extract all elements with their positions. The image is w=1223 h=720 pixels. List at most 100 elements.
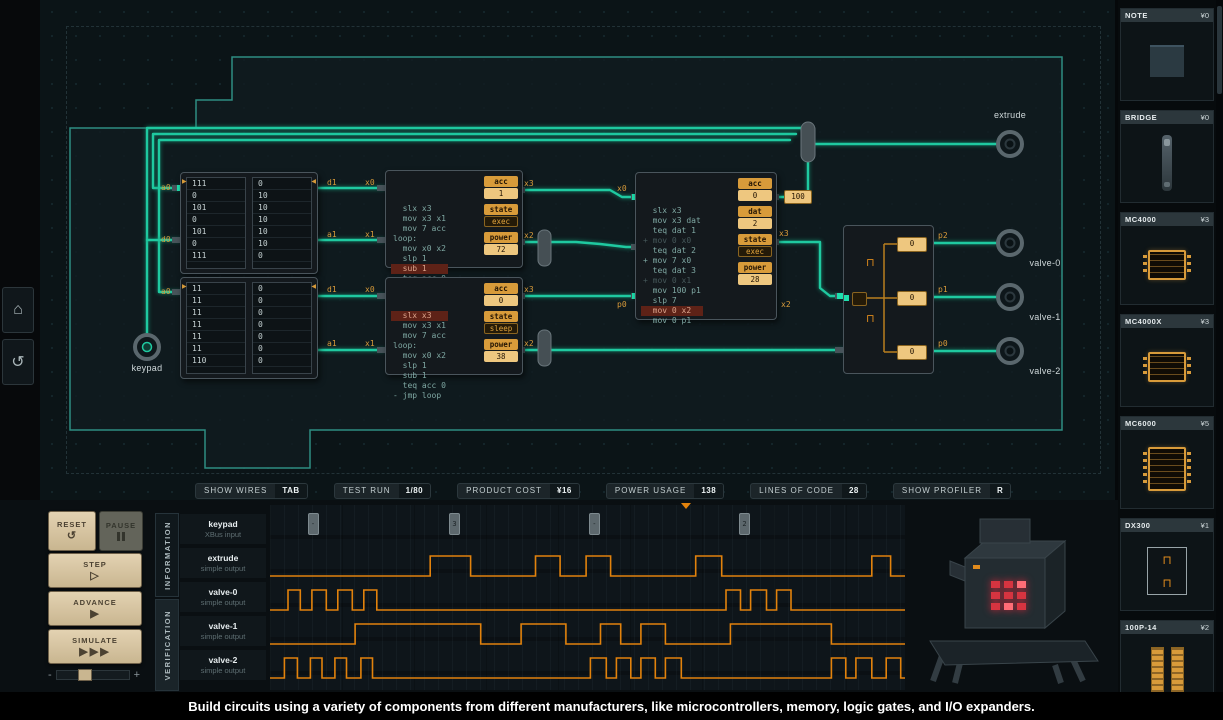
waveform-area[interactable]: -3-2	[270, 505, 905, 690]
pad-label-keypad: keypad	[125, 363, 169, 373]
pause-label: PAUSE	[106, 521, 136, 530]
circuit-canvas[interactable]: keypad extrude valve-0 valve-1 valve-2 ▶…	[40, 0, 1115, 500]
register-label: acc	[738, 178, 772, 189]
register-value: 1	[484, 188, 518, 199]
speed-track[interactable]	[56, 670, 130, 680]
mcu-mc4000-2[interactable]: slx x3 mov x3 x1 mov 7 accloop: mov x0 x…	[385, 277, 523, 375]
register-readout: acc 0 state sleep power 38	[484, 283, 518, 362]
mcu-mc6000[interactable]: slx x3 mov x3 dat teq dat 1+ mov 0 x0 te…	[635, 172, 777, 320]
register-value: exec	[484, 216, 518, 227]
status-pill[interactable]: SHOW WIRES TAB	[195, 483, 308, 499]
tab-verification-label: VERIFICATION	[163, 610, 172, 680]
caption-text: Build circuits using a variety of compon…	[188, 699, 1034, 714]
code-editor[interactable]: slx x3 mov x3 x1 mov 7 accloop: mov x0 x…	[391, 281, 448, 401]
bottom-panel: RESET ↺ PAUSE STEP ▷ ADVANCE ▶ SIMULATE …	[0, 500, 1118, 692]
status-pill[interactable]: POWER USAGE 138	[606, 483, 724, 499]
code-line: mov x0 x2	[391, 351, 448, 361]
speed-plus[interactable]: +	[134, 669, 140, 681]
simulate-button[interactable]: SIMULATE ▶▶▶	[48, 629, 142, 664]
home-button[interactable]: ⌂	[2, 287, 34, 333]
palette-scrollbar[interactable]	[1216, 0, 1223, 692]
status-pill[interactable]: LINES OF CODE 28	[750, 483, 867, 499]
io-pad-valve-2	[998, 339, 1022, 363]
memory-cell: 11	[187, 331, 245, 343]
code-line: + mov 0 x0	[641, 236, 703, 246]
palette-item-mc4000x[interactable]: MC4000X ¥3	[1120, 314, 1214, 407]
code-line: mov 0 x2	[641, 306, 703, 316]
memory-cell: 0	[253, 355, 311, 367]
signal-row-valve-2: valve-2 simple output	[180, 650, 266, 680]
register-label: acc	[484, 283, 518, 294]
memory-cell: 101	[187, 226, 245, 238]
signal-name: keypad	[208, 519, 237, 529]
code-line: slx x3	[391, 204, 448, 214]
pin-label: a1	[327, 339, 337, 348]
code-editor[interactable]: slx x3 mov x3 x1 mov 7 accloop: mov x0 x…	[391, 174, 448, 294]
memory-pointer-icon: ◀	[311, 283, 316, 290]
component-name: MC4000X	[1125, 317, 1162, 326]
speed-slider[interactable]: - +	[48, 668, 140, 682]
bridge-component-icon	[1162, 135, 1172, 191]
advance-button[interactable]: ADVANCE ▶	[48, 591, 142, 626]
step-button[interactable]: STEP ▷	[48, 553, 142, 588]
simulate-label: SIMULATE	[72, 636, 118, 645]
signal-row-extrude: extrude simple output	[180, 548, 266, 578]
memory-chip-2[interactable]: ▶ 111111111111110 0000000 ◀	[180, 277, 318, 379]
memory-cell: 111	[187, 178, 245, 190]
register-value: 2	[738, 218, 772, 229]
status-pill-value: 1/80	[399, 484, 431, 498]
signal-name: valve-2	[209, 655, 238, 665]
memory-chip-1[interactable]: ▶ 111010101010111 010101010100 ◀	[180, 172, 318, 274]
reset-icon: ↺	[67, 531, 77, 542]
palette-item-bridge[interactable]: BRIDGE ¥0	[1120, 110, 1214, 203]
speed-minus[interactable]: -	[48, 669, 52, 681]
code-line: mov x3 x1	[391, 214, 448, 224]
timeline-cursor[interactable]	[681, 503, 691, 509]
memory-cell: 0	[253, 178, 311, 190]
waveform-valve-2	[270, 658, 905, 678]
memory-cell: 10	[253, 202, 311, 214]
speed-thumb[interactable]	[78, 669, 92, 681]
component-name: MC6000	[1125, 419, 1156, 428]
undo-button[interactable]: ↺	[2, 339, 34, 385]
code-line: slp 7	[641, 296, 703, 306]
code-line: + mov 0 x1	[641, 276, 703, 286]
memory-cell: 0	[253, 307, 311, 319]
status-pill[interactable]: SHOW PROFILER R	[893, 483, 1011, 499]
tab-information[interactable]: INFORMATION	[155, 513, 179, 597]
code-line: slp 1	[391, 361, 448, 371]
register-value: 38	[484, 351, 518, 362]
code-line: teq dat 1	[641, 226, 703, 236]
tab-verification[interactable]: VERIFICATION	[155, 599, 179, 691]
pin-label: p1	[938, 285, 948, 294]
signal-name: valve-1	[209, 621, 238, 631]
scrollbar-thumb[interactable]	[1217, 6, 1222, 94]
palette-item-dx300[interactable]: DX300 ¥1 ⊓ ⊓	[1120, 518, 1214, 611]
pin-label: x3	[524, 179, 534, 188]
mcu-mc4000-1[interactable]: slx x3 mov x3 x1 mov 7 accloop: mov x0 x…	[385, 170, 523, 268]
palette-item-100p-14[interactable]: 100P-14 ¥2	[1120, 620, 1214, 692]
reset-button[interactable]: RESET ↺	[48, 511, 96, 551]
memory-cell: 0	[253, 295, 311, 307]
signal-name: extrude	[208, 553, 239, 563]
dx300-output-value: 0	[897, 237, 927, 252]
step-icon: ▷	[90, 571, 99, 582]
memory-pointer-icon: ◀	[311, 178, 316, 185]
io-pad-valve-0	[998, 231, 1022, 255]
code-editor[interactable]: slx x3 mov x3 dat teq dat 1+ mov 0 x0 te…	[641, 176, 703, 326]
memory-cell: 0	[253, 331, 311, 343]
component-price: ¥0	[1201, 113, 1209, 122]
register-readout: acc 1 state exec power 72	[484, 176, 518, 255]
pin-label: x1	[365, 339, 375, 348]
status-pill[interactable]: TEST RUN 1/80	[334, 483, 431, 499]
memory-cell: 11	[187, 295, 245, 307]
palette-item-note[interactable]: NOTE ¥0	[1120, 8, 1214, 101]
pause-button[interactable]: PAUSE	[99, 511, 143, 551]
code-line: teq dat 3	[641, 266, 703, 276]
status-pill[interactable]: PRODUCT COST ¥16	[457, 483, 580, 499]
code-line: teq dat 2	[641, 246, 703, 256]
palette-item-mc4000[interactable]: MC4000 ¥3	[1120, 212, 1214, 305]
dx300-expander[interactable]: ⊓ ⊓ 0 0 0	[843, 225, 934, 374]
register-value: 0	[738, 190, 772, 201]
palette-item-mc6000[interactable]: MC6000 ¥5	[1120, 416, 1214, 509]
